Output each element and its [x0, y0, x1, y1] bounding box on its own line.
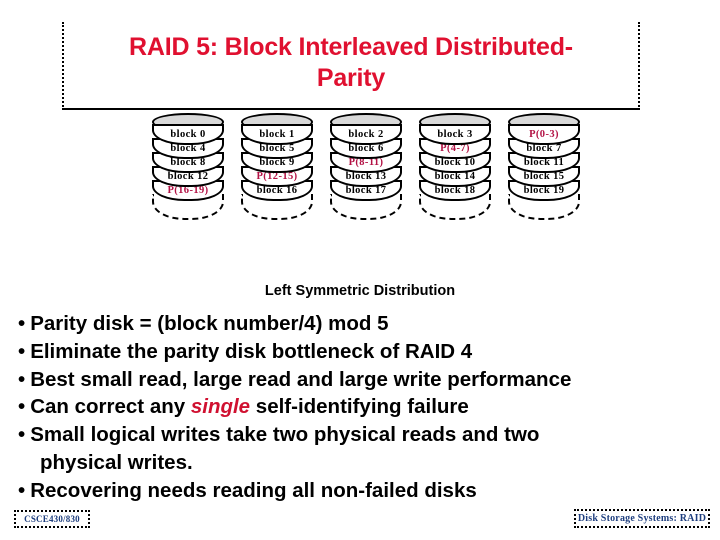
bullet-text: Small logical writes take two physical r…	[30, 423, 540, 447]
bullet-item: • Best small read, large read and large w…	[18, 366, 708, 394]
bullet-text: Recovering needs reading all non-failed …	[30, 478, 477, 502]
disk-cylinder-1: block 1 block 5 block 9 P(12-15) block 16	[241, 113, 313, 220]
bullet-emphasis: single	[190, 395, 251, 419]
slide-title-box: RAID 5: Block Interleaved Distributed- P…	[62, 22, 640, 110]
bullet-text: physical writes.	[40, 450, 193, 474]
bullet-item: • Recovering needs reading all non-failed…	[18, 477, 708, 505]
bullet-item: • Eliminate the parity disk bottleneck of…	[18, 338, 708, 366]
bullet-item: physical writes.	[18, 449, 708, 477]
footer-topic-label: Disk Storage Systems: RAID	[577, 513, 707, 524]
bullet-dot-icon: •	[18, 423, 26, 447]
bullet-dot-icon: •	[18, 478, 26, 502]
footer-course-code: CSCE430/830	[14, 510, 90, 528]
bullet-item: • Parity disk = (block number/4) mod 5	[18, 310, 708, 338]
bullet-text: Parity disk = (block number/4) mod 5	[30, 312, 389, 335]
footer-course-code-label: CSCE430/830	[24, 514, 80, 524]
bullet-item: • Can correct any single self-identifying…	[18, 393, 708, 421]
disk-cylinder-4: P(0-3) block 7 block 11 block 15 block 19	[508, 113, 580, 220]
disk-cylinder-2: block 2 block 6 P(8-11) block 13 block 17	[330, 113, 402, 220]
footer-topic: Disk Storage Systems: RAID	[574, 509, 710, 528]
disk-cylinder-3: block 3 P(4-7) block 10 block 14 block 18	[419, 113, 491, 220]
diagram-caption: Left Symmetric Distribution	[264, 283, 456, 299]
bullet-text: Best small read, large read and large wr…	[30, 367, 572, 391]
bullet-list: • Parity disk = (block number/4) mod 5 • El…	[18, 310, 708, 504]
raid5-disk-array: block 0 block 4 block 8 block 12 P(16-19) blo…	[152, 113, 580, 275]
bullet-item: • Small logical writes take two physical …	[18, 421, 708, 449]
bullet-text: Can correct any	[30, 395, 191, 419]
bullet-text: self-identifying failure	[250, 395, 469, 419]
disk-cylinder-0: block 0 block 4 block 8 block 12 P(16-19)	[152, 113, 224, 220]
page-title: RAID 5: Block Interleaved Distributed- P…	[129, 33, 573, 92]
bullet-dot-icon: •	[18, 312, 26, 335]
bullet-text: Eliminate the parity disk bottleneck of …	[30, 339, 473, 363]
bullet-dot-icon: •	[18, 367, 26, 391]
bullet-dot-icon: •	[18, 395, 26, 419]
bullet-dot-icon: •	[18, 339, 26, 363]
